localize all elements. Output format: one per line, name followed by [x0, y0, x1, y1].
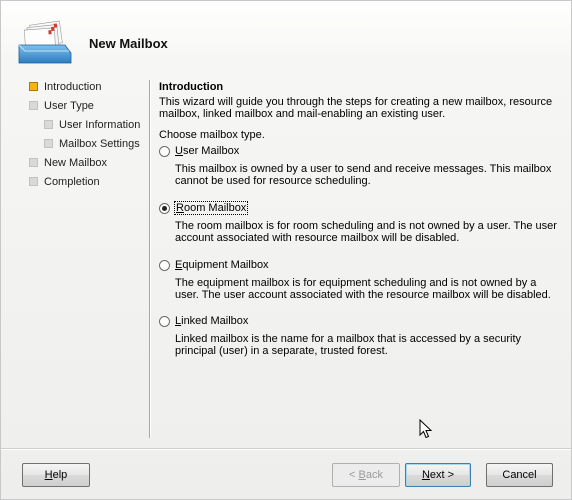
room-mailbox-radio[interactable] — [159, 203, 170, 214]
intro-text: This wizard will guide you through the s… — [159, 96, 553, 120]
user-mailbox-label[interactable]: User Mailbox — [175, 145, 239, 157]
step-mailbox-settings[interactable]: Mailbox Settings — [29, 138, 149, 157]
step-label: Completion — [44, 176, 100, 188]
footer-separator — [1, 448, 571, 450]
wizard-steps: Introduction User Type User Information … — [29, 81, 149, 195]
mouse-pointer-icon — [419, 419, 433, 439]
next-button[interactable]: Next > — [405, 463, 471, 487]
section-title: Introduction — [159, 81, 224, 93]
step-new-mailbox[interactable]: New Mailbox — [29, 157, 149, 176]
step-label: New Mailbox — [44, 157, 107, 169]
mailbox-icon — [18, 20, 72, 64]
linked-mailbox-label[interactable]: Linked Mailbox — [175, 315, 248, 327]
step-user-type[interactable]: User Type — [29, 100, 149, 119]
new-mailbox-wizard-window: New Mailbox Introduction User Type User … — [0, 0, 572, 500]
cancel-button[interactable]: Cancel — [486, 463, 553, 487]
room-mailbox-description: The room mailbox is for room scheduling … — [175, 220, 557, 244]
step-label: User Type — [44, 100, 94, 112]
user-mailbox-description: This mailbox is owned by a user to send … — [175, 163, 552, 187]
wizard-header: New Mailbox — [1, 1, 571, 75]
step-status-indicator — [29, 82, 38, 91]
step-status-indicator — [29, 177, 38, 186]
step-introduction[interactable]: Introduction — [29, 81, 149, 100]
vertical-divider — [149, 80, 151, 438]
equipment-mailbox-label[interactable]: Equipment Mailbox — [175, 259, 269, 271]
wizard-content: Introduction This wizard will guide you … — [159, 81, 559, 357]
user-mailbox-radio[interactable] — [159, 146, 170, 157]
equipment-mailbox-description: The equipment mailbox is for equipment s… — [175, 277, 551, 301]
step-label: Introduction — [44, 81, 102, 93]
help-button[interactable]: Help — [22, 463, 90, 487]
step-status-indicator — [44, 139, 53, 148]
step-label: User Information — [59, 119, 141, 131]
room-mailbox-label[interactable]: Room Mailbox — [173, 201, 249, 215]
wizard-title: New Mailbox — [89, 36, 168, 51]
step-status-indicator — [29, 158, 38, 167]
equipment-mailbox-radio[interactable] — [159, 260, 170, 271]
linked-mailbox-description: Linked mailbox is the name for a mailbox… — [175, 333, 522, 357]
step-user-information[interactable]: User Information — [29, 119, 149, 138]
step-status-indicator — [44, 120, 53, 129]
step-status-indicator — [29, 101, 38, 110]
step-label: Mailbox Settings — [59, 138, 140, 150]
back-button[interactable]: < Back — [332, 463, 400, 487]
choose-type-label: Choose mailbox type. — [159, 129, 265, 141]
linked-mailbox-radio[interactable] — [159, 316, 170, 327]
step-completion[interactable]: Completion — [29, 176, 149, 195]
